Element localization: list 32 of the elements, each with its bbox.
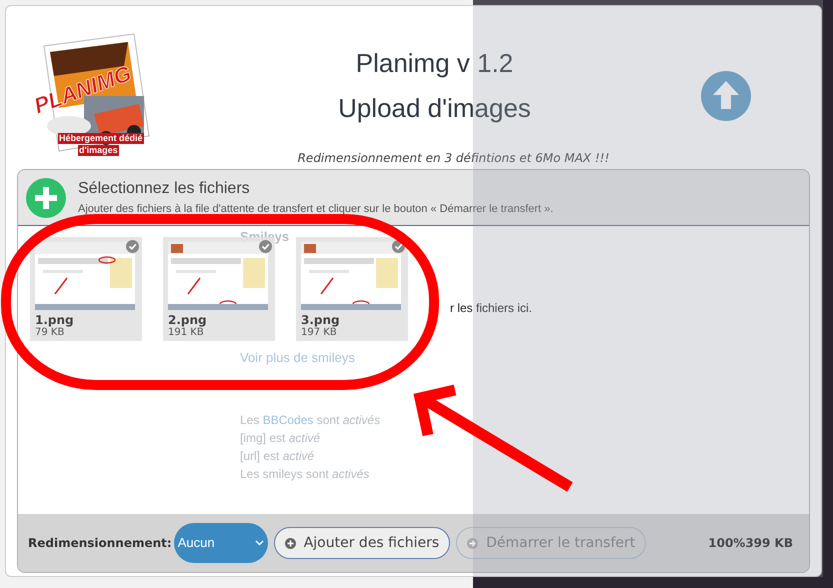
add-files-button[interactable]: Ajouter des fichiers xyxy=(274,527,450,559)
arrow-icon xyxy=(467,538,478,548)
note-text: Redimensionnement en 3 défintions et 6Mo MAX !!! xyxy=(298,150,610,167)
app-title-line: Planimg v 1.2 xyxy=(356,47,514,80)
file-card[interactable]: 2.png 191 KB xyxy=(163,237,275,341)
file-name: 2.png xyxy=(168,313,208,327)
file-size: 79 KB xyxy=(35,327,66,339)
logo-tagline: Hébergement dédié xyxy=(58,133,144,144)
app-subtitle: Upload d'images xyxy=(338,92,531,125)
file-card[interactable]: 3.png 197 KB xyxy=(296,237,408,341)
upload-icon[interactable] xyxy=(701,71,751,121)
background-text: [img] est activé xyxy=(240,430,322,447)
resize-label: Redimensionnement: xyxy=(28,535,172,552)
resize-select[interactable]: Aucun xyxy=(174,523,268,563)
caret-icon xyxy=(254,540,264,546)
file-size: 191 KB xyxy=(168,327,205,339)
file-card[interactable]: 1.png 79 KB xyxy=(30,237,142,341)
check-icon[interactable] xyxy=(126,240,139,253)
plus-icon xyxy=(284,538,296,548)
background-text: [url] est activé xyxy=(240,448,316,465)
progress-text: 100%399 KB xyxy=(708,535,793,552)
background-text: Les BBCodes sont activés xyxy=(240,412,380,429)
check-icon[interactable] xyxy=(392,240,405,253)
drop-text: r les fichiers ici. xyxy=(450,300,532,317)
file-name: 1.png xyxy=(35,313,75,327)
add-icon[interactable] xyxy=(26,178,66,218)
file-name: 3.png xyxy=(301,313,341,327)
file-size: 197 KB xyxy=(301,327,338,339)
logo-tagline: d'images xyxy=(78,145,119,156)
background-text: Les smileys sont activés xyxy=(240,466,370,483)
panel-title: Sélectionnez les fichiers xyxy=(78,179,251,200)
panel-hint: Ajouter des fichiers à la file d'attente de transfert et cliquer sur le bouton « Démarrer le transfert ». xyxy=(78,202,554,218)
